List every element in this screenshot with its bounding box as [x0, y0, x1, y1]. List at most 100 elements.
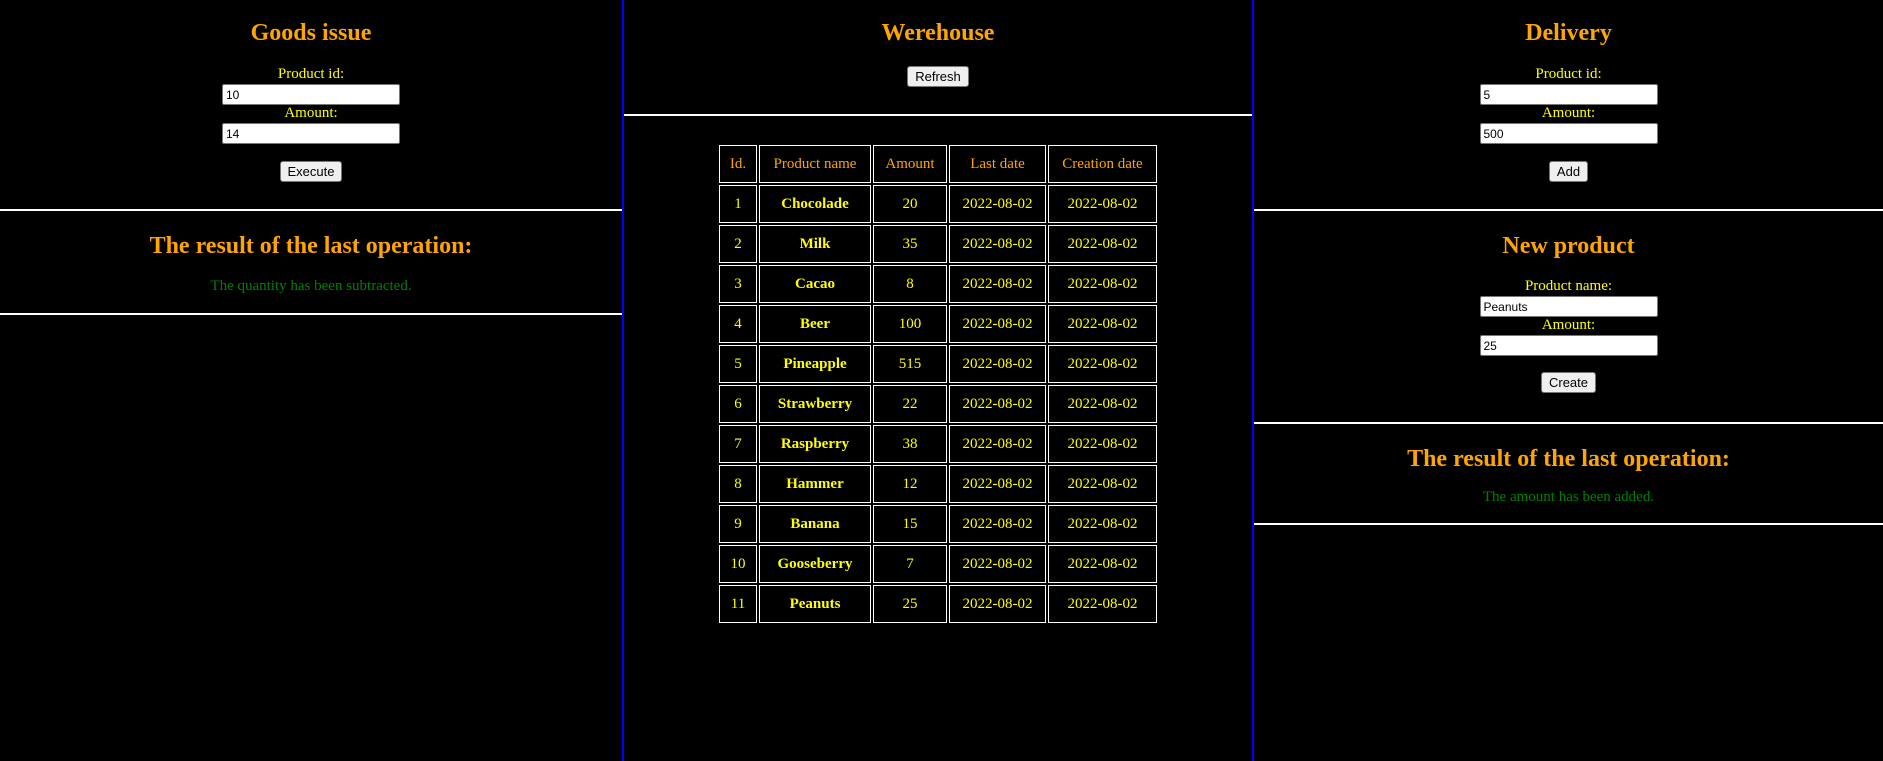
table-row: 10 Gooseberry 7 2022-08-02 2022-08-02 [719, 545, 1157, 583]
cell-last-date: 2022-08-02 [949, 585, 1046, 623]
stock-table-wrapper: Id. Product name Amount Last date Creati… [624, 116, 1252, 625]
cell-id: 10 [719, 545, 757, 583]
cell-creation-date: 2022-08-02 [1048, 425, 1157, 463]
create-button[interactable]: Create [1540, 372, 1597, 393]
new-product-name-label: Product name: [1524, 278, 1613, 294]
right-result-panel: The result of the last operation: The am… [1254, 424, 1883, 525]
cell-last-date: 2022-08-02 [949, 305, 1046, 343]
cell-creation-date: 2022-08-02 [1048, 545, 1157, 583]
goods-issue-amount-input[interactable] [222, 123, 400, 144]
goods-issue-amount-label: Amount: [284, 105, 338, 121]
cell-product-name: Chocolade [759, 185, 871, 223]
delivery-amount-label: Amount: [1541, 105, 1596, 121]
table-header-row: Id. Product name Amount Last date Creati… [719, 145, 1157, 183]
new-product-form: Product name: Amount: [1254, 278, 1883, 356]
cell-product-name: Pineapple [759, 345, 871, 383]
cell-id: 5 [719, 345, 757, 383]
table-row: 1 Chocolade 20 2022-08-02 2022-08-02 [719, 185, 1157, 223]
cell-creation-date: 2022-08-02 [1048, 305, 1157, 343]
cell-product-name: Cacao [759, 265, 871, 303]
cell-amount: 20 [873, 185, 947, 223]
goods-issue-product-id-label: Product id: [277, 66, 345, 82]
stock-table-body: 1 Chocolade 20 2022-08-02 2022-08-02 2 Milk 35 2… [719, 185, 1157, 623]
table-row: 2 Milk 35 2022-08-02 2022-08-02 [719, 225, 1157, 263]
table-row: 7 Raspberry 38 2022-08-02 2022-08-02 [719, 425, 1157, 463]
cell-creation-date: 2022-08-02 [1048, 225, 1157, 263]
cell-amount: 22 [873, 385, 947, 423]
cell-last-date: 2022-08-02 [949, 545, 1046, 583]
cell-last-date: 2022-08-02 [949, 505, 1046, 543]
cell-id: 3 [719, 265, 757, 303]
table-row: 9 Banana 15 2022-08-02 2022-08-02 [719, 505, 1157, 543]
table-row: 8 Hammer 12 2022-08-02 2022-08-02 [719, 465, 1157, 503]
cell-amount: 25 [873, 585, 947, 623]
cell-product-name: Gooseberry [759, 545, 871, 583]
goods-issue-title: Goods issue [250, 20, 372, 46]
cell-product-name: Hammer [759, 465, 871, 503]
delivery-form: Product id: Amount: [1254, 66, 1883, 144]
column-header-product-name: Product name [759, 145, 871, 183]
delivery-product-id-input[interactable] [1479, 84, 1658, 105]
add-button[interactable]: Add [1548, 161, 1589, 182]
cell-last-date: 2022-08-02 [949, 345, 1046, 383]
refresh-button[interactable]: Refresh [907, 66, 969, 87]
cell-last-date: 2022-08-02 [949, 385, 1046, 423]
cell-amount: 15 [873, 505, 947, 543]
cell-id: 11 [719, 585, 757, 623]
delivery-amount-input[interactable] [1479, 123, 1658, 144]
right-column: Delivery Product id: Amount: Add New pro… [1254, 0, 1883, 761]
new-product-name-input[interactable] [1479, 296, 1658, 317]
middle-column: Werehouse Refresh Id. Product name Amoun… [622, 0, 1254, 761]
delivery-panel: Delivery Product id: Amount: Add [1254, 0, 1883, 211]
cell-creation-date: 2022-08-02 [1048, 265, 1157, 303]
column-header-amount: Amount [873, 145, 947, 183]
goods-issue-form: Product id: Amount: [0, 66, 622, 144]
column-header-id: Id. [719, 145, 757, 183]
table-row: 5 Pineapple 515 2022-08-02 2022-08-02 [719, 345, 1157, 383]
cell-id: 6 [719, 385, 757, 423]
cell-id: 8 [719, 465, 757, 503]
goods-issue-panel: Goods issue Product id: Amount: Execute [0, 0, 622, 211]
cell-id: 9 [719, 505, 757, 543]
cell-id: 4 [719, 305, 757, 343]
cell-creation-date: 2022-08-02 [1048, 465, 1157, 503]
cell-product-name: Milk [759, 225, 871, 263]
app-layout: Goods issue Product id: Amount: Execute … [0, 0, 1883, 761]
cell-creation-date: 2022-08-02 [1048, 345, 1157, 383]
new-product-amount-input[interactable] [1479, 335, 1658, 356]
cell-amount: 100 [873, 305, 947, 343]
delivery-product-id-label: Product id: [1535, 66, 1602, 82]
cell-product-name: Strawberry [759, 385, 871, 423]
left-result-panel: The result of the last operation: The qu… [0, 211, 622, 315]
cell-id: 1 [719, 185, 757, 223]
cell-creation-date: 2022-08-02 [1048, 585, 1157, 623]
goods-issue-product-id-input[interactable] [222, 84, 400, 105]
left-result-message: The quantity has been subtracted. [210, 278, 412, 294]
table-row: 11 Peanuts 25 2022-08-02 2022-08-02 [719, 585, 1157, 623]
cell-last-date: 2022-08-02 [949, 425, 1046, 463]
new-product-panel: New product Product name: Amount: Create [1254, 211, 1883, 424]
cell-creation-date: 2022-08-02 [1048, 505, 1157, 543]
cell-amount: 12 [873, 465, 947, 503]
cell-creation-date: 2022-08-02 [1048, 385, 1157, 423]
execute-button[interactable]: Execute [279, 161, 343, 182]
cell-amount: 8 [873, 265, 947, 303]
warehouse-title: Werehouse [881, 20, 995, 46]
table-row: 4 Beer 100 2022-08-02 2022-08-02 [719, 305, 1157, 343]
cell-product-name: Beer [759, 305, 871, 343]
table-row: 6 Strawberry 22 2022-08-02 2022-08-02 [719, 385, 1157, 423]
left-result-title: The result of the last operation: [149, 233, 473, 259]
column-header-creation-date: Creation date [1048, 145, 1157, 183]
new-product-title: New product [1502, 233, 1635, 259]
cell-last-date: 2022-08-02 [949, 465, 1046, 503]
cell-last-date: 2022-08-02 [949, 225, 1046, 263]
warehouse-header: Werehouse Refresh [624, 0, 1252, 116]
cell-amount: 35 [873, 225, 947, 263]
cell-creation-date: 2022-08-02 [1048, 185, 1157, 223]
cell-last-date: 2022-08-02 [949, 185, 1046, 223]
cell-product-name: Banana [759, 505, 871, 543]
new-product-amount-label: Amount: [1541, 317, 1596, 333]
table-row: 3 Cacao 8 2022-08-02 2022-08-02 [719, 265, 1157, 303]
right-result-title: The result of the last operation: [1407, 446, 1730, 472]
cell-last-date: 2022-08-02 [949, 265, 1046, 303]
